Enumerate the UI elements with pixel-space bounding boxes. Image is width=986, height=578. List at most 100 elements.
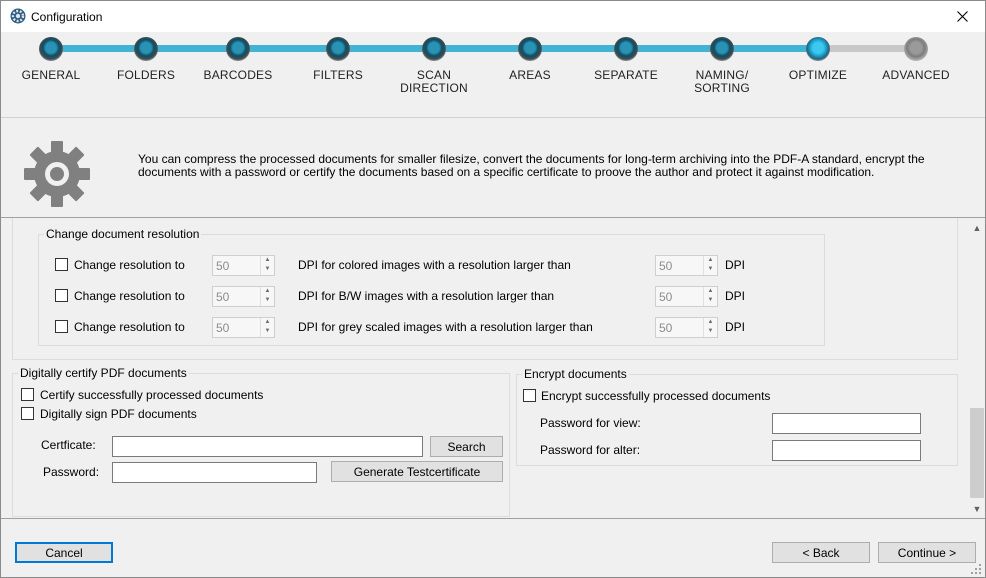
step-indicator-icon[interactable] bbox=[326, 37, 350, 61]
spinner-value: 50 bbox=[216, 290, 230, 304]
step-label[interactable]: SCAN DIRECTION bbox=[379, 69, 489, 95]
threshold-dpi-spinner[interactable]: 50 ▲ ▼ bbox=[655, 255, 718, 276]
spinner-buttons: ▲ ▼ bbox=[260, 287, 274, 306]
step-label[interactable]: AREAS bbox=[475, 69, 585, 82]
change-resolution-checkbox[interactable] bbox=[55, 320, 68, 333]
info-panel: You can compress the processed documents… bbox=[1, 118, 985, 217]
encrypt-legend: Encrypt documents bbox=[524, 367, 627, 381]
step-indicator-icon[interactable] bbox=[904, 37, 928, 61]
password-label: Password: bbox=[43, 465, 100, 479]
search-button[interactable]: Search bbox=[430, 436, 503, 457]
spin-down-icon[interactable]: ▼ bbox=[261, 296, 274, 305]
encrypt-checkbox[interactable] bbox=[523, 389, 536, 402]
spin-up-icon[interactable]: ▲ bbox=[704, 256, 717, 265]
change-resolution-checkbox[interactable] bbox=[55, 258, 68, 271]
scroll-down-arrow-icon[interactable]: ▼ bbox=[969, 501, 985, 517]
step-connector bbox=[722, 45, 818, 52]
certify-checkbox[interactable] bbox=[21, 388, 34, 401]
certify-legend: Digitally certify PDF documents bbox=[20, 366, 187, 380]
password-view-label: Password for view: bbox=[540, 416, 641, 430]
step-indicator-icon[interactable] bbox=[422, 37, 446, 61]
spin-up-icon[interactable]: ▲ bbox=[704, 287, 717, 296]
spin-up-icon[interactable]: ▲ bbox=[704, 318, 717, 327]
spinner-value: 50 bbox=[216, 321, 230, 335]
resolution-description: DPI for grey scaled images with a resolu… bbox=[298, 320, 593, 334]
step-label[interactable]: ADVANCED bbox=[861, 69, 971, 82]
threshold-dpi-spinner[interactable]: 50 ▲ ▼ bbox=[655, 317, 718, 338]
spin-up-icon[interactable]: ▲ bbox=[261, 318, 274, 327]
step-connector bbox=[238, 45, 338, 52]
step-indicator-icon[interactable] bbox=[518, 37, 542, 61]
certificate-input[interactable] bbox=[112, 436, 423, 457]
close-button[interactable] bbox=[939, 1, 985, 32]
step-connector bbox=[530, 45, 626, 52]
cancel-button[interactable]: Cancel bbox=[15, 542, 113, 563]
spinner-buttons: ▲ ▼ bbox=[703, 318, 717, 337]
step-indicator-icon[interactable] bbox=[134, 37, 158, 61]
dpi-unit-label: DPI bbox=[725, 320, 746, 334]
step-connector bbox=[434, 45, 530, 52]
step-label[interactable]: OPTIMIZE bbox=[763, 69, 873, 82]
spinner-buttons: ▲ ▼ bbox=[260, 318, 274, 337]
continue-button[interactable]: Continue > bbox=[878, 542, 976, 563]
resolution-dpi-spinner[interactable]: 50 ▲ ▼ bbox=[212, 286, 275, 307]
spinner-buttons: ▲ ▼ bbox=[260, 256, 274, 275]
password-alter-input[interactable] bbox=[772, 440, 921, 461]
change-resolution-label: Change resolution to bbox=[74, 289, 185, 303]
step-indicator-icon[interactable] bbox=[39, 37, 63, 61]
spin-down-icon[interactable]: ▼ bbox=[261, 265, 274, 274]
resize-grip-icon[interactable] bbox=[971, 564, 981, 574]
window-title: Configuration bbox=[31, 10, 103, 24]
resolution-description: DPI for B/W images with a resolution lar… bbox=[298, 289, 555, 303]
spin-up-icon[interactable]: ▲ bbox=[261, 287, 274, 296]
resolution-dpi-spinner[interactable]: 50 ▲ ▼ bbox=[212, 317, 275, 338]
spin-down-icon[interactable]: ▼ bbox=[261, 327, 274, 336]
configuration-window: Configuration GENERAL FOLDERS BARCODES FILT… bbox=[0, 0, 986, 578]
wizard-steps: GENERAL FOLDERS BARCODES FILTERS SCAN DIRECT… bbox=[1, 32, 985, 117]
resolution-dpi-spinner[interactable]: 50 ▲ ▼ bbox=[212, 255, 275, 276]
spin-up-icon[interactable]: ▲ bbox=[261, 256, 274, 265]
spin-down-icon[interactable]: ▼ bbox=[704, 327, 717, 336]
resolution-description: DPI for colored images with a resolution… bbox=[298, 258, 571, 272]
dpi-unit-label: DPI bbox=[725, 289, 746, 303]
sign-checkbox[interactable] bbox=[21, 407, 34, 420]
divider bbox=[1, 518, 985, 519]
step-label[interactable]: SEPARATE bbox=[571, 69, 681, 82]
change-resolution-checkbox[interactable] bbox=[55, 289, 68, 302]
step-indicator-icon[interactable] bbox=[614, 37, 638, 61]
step-connector bbox=[51, 45, 146, 52]
step-label[interactable]: NAMING/ SORTING bbox=[667, 69, 777, 95]
password-view-input[interactable] bbox=[772, 413, 921, 434]
step-connector bbox=[146, 45, 238, 52]
scroll-up-arrow-icon[interactable]: ▲ bbox=[969, 220, 985, 236]
spin-down-icon[interactable]: ▼ bbox=[704, 296, 717, 305]
back-button[interactable]: < Back bbox=[772, 542, 870, 563]
certify-label: Certify successfully processed documents bbox=[40, 388, 264, 402]
step-indicator-icon[interactable] bbox=[226, 37, 250, 61]
password-input[interactable] bbox=[112, 462, 317, 483]
password-alter-label: Password for alter: bbox=[540, 443, 641, 457]
vertical-scrollbar[interactable]: ▲ ▼ bbox=[969, 218, 985, 518]
spinner-value: 50 bbox=[659, 290, 673, 304]
scroll-thumb[interactable] bbox=[970, 408, 984, 498]
step-connector bbox=[338, 45, 434, 52]
step-label[interactable]: FILTERS bbox=[283, 69, 393, 82]
scroll-content: Change document resolution Change resolu… bbox=[1, 218, 969, 518]
resolution-legend: Change document resolution bbox=[46, 227, 200, 241]
spinner-buttons: ▲ ▼ bbox=[703, 256, 717, 275]
spinner-value: 50 bbox=[659, 259, 673, 273]
step-label[interactable]: BARCODES bbox=[183, 69, 293, 82]
spinner-buttons: ▲ ▼ bbox=[703, 287, 717, 306]
spin-down-icon[interactable]: ▼ bbox=[704, 265, 717, 274]
change-resolution-label: Change resolution to bbox=[74, 258, 185, 272]
certificate-label: Certficate: bbox=[41, 438, 96, 452]
step-indicator-icon[interactable] bbox=[806, 37, 830, 61]
generate-testcertificate-button[interactable]: Generate Testcertificate bbox=[331, 461, 503, 482]
step-connector bbox=[626, 45, 722, 52]
threshold-dpi-spinner[interactable]: 50 ▲ ▼ bbox=[655, 286, 718, 307]
change-resolution-label: Change resolution to bbox=[74, 320, 185, 334]
spinner-value: 50 bbox=[216, 259, 230, 273]
encrypt-label: Encrypt successfully processed documents bbox=[541, 389, 771, 403]
title-bar: Configuration bbox=[1, 1, 985, 32]
step-indicator-icon[interactable] bbox=[710, 37, 734, 61]
